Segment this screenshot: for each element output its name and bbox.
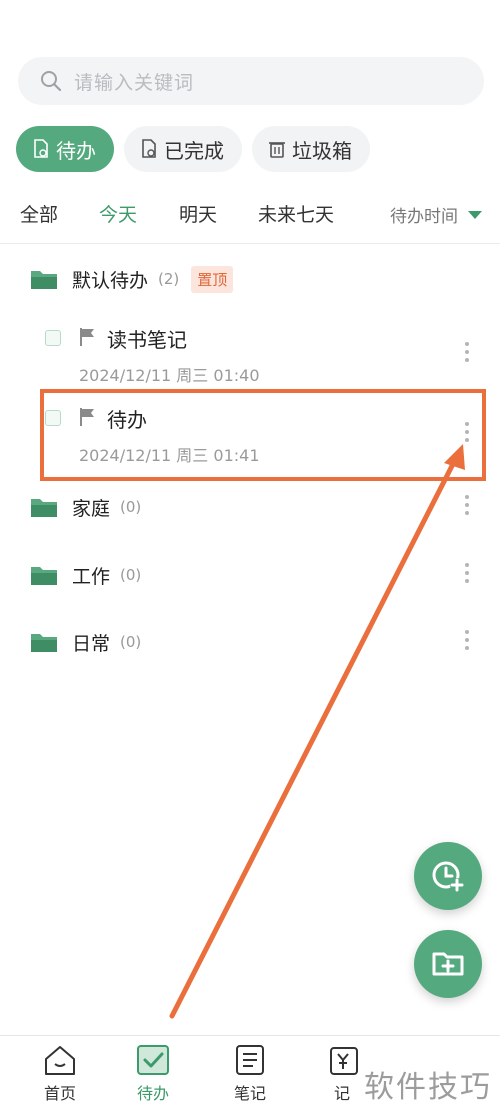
chip-trash[interactable]: 垃圾箱	[252, 126, 370, 172]
folder-icon	[31, 271, 57, 289]
sort-dropdown[interactable]: 待办时间	[390, 202, 482, 227]
nav-home[interactable]: 首页	[30, 1044, 90, 1104]
ledger-icon	[330, 1047, 358, 1075]
highlight-box	[40, 389, 486, 481]
folder-name: 默认待办	[72, 269, 149, 292]
task-item[interactable]: 读书笔记 2024/12/11 周三 01:40	[0, 322, 500, 394]
folder-count: (0)	[120, 633, 142, 651]
more-icon[interactable]	[464, 563, 470, 583]
folder-count: (2)	[158, 270, 180, 288]
folder-work[interactable]: 工作 (0)	[0, 555, 500, 595]
flag-icon	[80, 328, 94, 346]
folder-icon	[31, 634, 57, 652]
chip-trash-label: 垃圾箱	[292, 138, 352, 163]
trash-icon	[269, 142, 285, 158]
folder-count: (0)	[120, 498, 142, 516]
search-icon	[41, 71, 62, 92]
home-icon	[45, 1046, 75, 1075]
todo-check-icon	[137, 1045, 169, 1075]
add-folder-button[interactable]	[414, 930, 482, 998]
folder-name: 日常	[72, 632, 111, 655]
folder-name: 工作	[72, 565, 111, 588]
watermark: 软件技巧	[364, 1070, 492, 1105]
todo-doc-icon	[34, 139, 48, 158]
sort-label: 待办时间	[390, 207, 458, 227]
pinned-badge: 置顶	[191, 265, 234, 293]
add-timed-task-button[interactable]	[414, 842, 482, 910]
tab-next-seven-days[interactable]: 未来七天	[258, 200, 334, 227]
triangle-down-icon	[468, 210, 482, 219]
nav-ledger[interactable]: 记	[312, 1044, 372, 1104]
more-icon[interactable]	[464, 495, 470, 515]
tab-today[interactable]: 今天	[99, 200, 137, 227]
chip-todo[interactable]: 待办	[16, 126, 114, 172]
status-filter-chips: 待办 已完成 垃圾箱	[16, 126, 370, 172]
chip-done-label: 已完成	[164, 138, 224, 163]
date-tabs: 全部 今天 明天 未来七天 待办时间	[0, 196, 500, 236]
nav-notes-label: 笔记	[233, 1084, 266, 1103]
folder-daily[interactable]: 日常 (0)	[0, 622, 500, 662]
task-title: 读书笔记	[107, 328, 187, 352]
folder-add-icon	[432, 952, 464, 976]
note-icon	[236, 1045, 264, 1075]
chip-todo-label: 待办	[56, 138, 96, 163]
done-doc-icon	[142, 139, 156, 158]
nav-todo[interactable]: 待办	[123, 1044, 183, 1104]
folder-name: 家庭	[72, 497, 111, 520]
nav-todo-label: 待办	[136, 1084, 169, 1103]
divider	[0, 243, 500, 244]
chip-done[interactable]: 已完成	[124, 126, 242, 172]
task-checkbox[interactable]	[45, 330, 61, 346]
folder-icon	[31, 499, 57, 517]
search-placeholder: 请输入关键词	[74, 71, 195, 94]
folder-count: (0)	[120, 566, 142, 584]
folder-default[interactable]: 默认待办 (2) 置顶	[0, 259, 500, 299]
task-date: 2024/12/11 周三 01:40	[79, 366, 260, 385]
folder-family[interactable]: 家庭 (0)	[0, 487, 500, 527]
more-icon[interactable]	[464, 630, 470, 650]
nav-ledger-label: 记	[333, 1084, 350, 1103]
more-icon[interactable]	[464, 342, 470, 362]
tab-all[interactable]: 全部	[20, 200, 58, 227]
folder-icon	[31, 567, 57, 585]
tab-tomorrow[interactable]: 明天	[179, 200, 217, 227]
clock-add-icon	[432, 861, 464, 892]
search-bar[interactable]: 请输入关键词	[18, 57, 484, 105]
nav-notes[interactable]: 笔记	[220, 1044, 280, 1104]
nav-home-label: 首页	[43, 1084, 76, 1103]
